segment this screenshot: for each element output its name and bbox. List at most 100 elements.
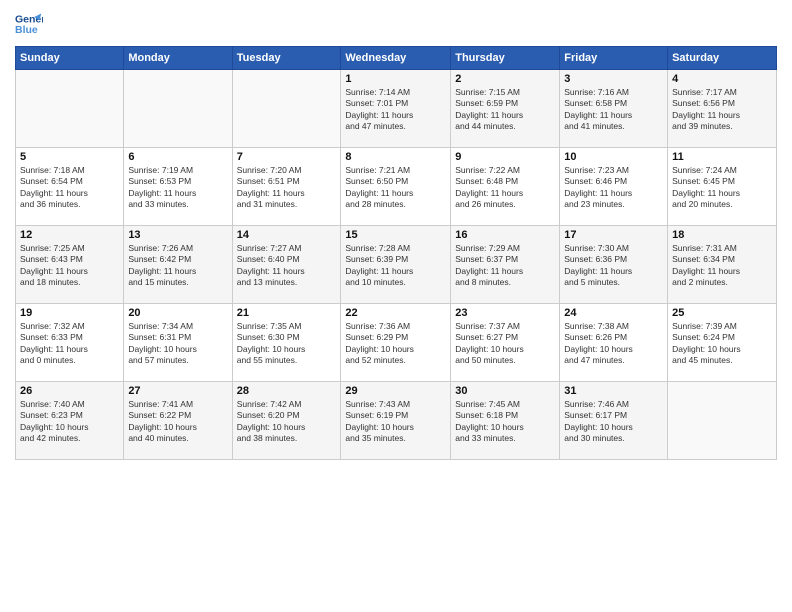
- weekday-header-monday: Monday: [124, 47, 232, 70]
- day-number: 29: [345, 385, 446, 397]
- day-info: Sunrise: 7:18 AM Sunset: 6:54 PM Dayligh…: [20, 165, 119, 211]
- weekday-header-row: SundayMondayTuesdayWednesdayThursdayFrid…: [16, 47, 777, 70]
- calendar-cell: 12 Sunrise: 7:25 AM Sunset: 6:43 PM Dayli…: [16, 226, 124, 304]
- day-number: 12: [20, 229, 119, 241]
- day-number: 23: [455, 307, 555, 319]
- day-info: Sunrise: 7:43 AM Sunset: 6:19 PM Dayligh…: [345, 399, 446, 445]
- day-info: Sunrise: 7:27 AM Sunset: 6:40 PM Dayligh…: [237, 243, 337, 289]
- svg-text:Blue: Blue: [15, 24, 38, 36]
- day-info: Sunrise: 7:39 AM Sunset: 6:24 PM Dayligh…: [672, 321, 772, 367]
- logo-icon: General Blue: [15, 10, 43, 38]
- week-row-5: 26 Sunrise: 7:40 AM Sunset: 6:23 PM Dayli…: [16, 382, 777, 460]
- day-number: 21: [237, 307, 337, 319]
- day-info: Sunrise: 7:31 AM Sunset: 6:34 PM Dayligh…: [672, 243, 772, 289]
- calendar-cell: 13 Sunrise: 7:26 AM Sunset: 6:42 PM Dayli…: [124, 226, 232, 304]
- day-info: Sunrise: 7:45 AM Sunset: 6:18 PM Dayligh…: [455, 399, 555, 445]
- calendar-cell: 31 Sunrise: 7:46 AM Sunset: 6:17 PM Dayli…: [560, 382, 668, 460]
- day-info: Sunrise: 7:21 AM Sunset: 6:50 PM Dayligh…: [345, 165, 446, 211]
- calendar-cell: 27Sunrise: 7:41 AM Sunset: 6:22 PM Dayli…: [124, 382, 232, 460]
- day-info: Sunrise: 7:37 AM Sunset: 6:27 PM Dayligh…: [455, 321, 555, 367]
- calendar-cell: [668, 382, 777, 460]
- weekday-header-sunday: Sunday: [16, 47, 124, 70]
- day-number: 11: [672, 151, 772, 163]
- calendar-cell: 20Sunrise: 7:34 AM Sunset: 6:31 PM Dayli…: [124, 304, 232, 382]
- calendar-cell: 18Sunrise: 7:31 AM Sunset: 6:34 PM Dayli…: [668, 226, 777, 304]
- day-info: Sunrise: 7:20 AM Sunset: 6:51 PM Dayligh…: [237, 165, 337, 211]
- day-info: Sunrise: 7:24 AM Sunset: 6:45 PM Dayligh…: [672, 165, 772, 211]
- calendar-cell: 8 Sunrise: 7:21 AM Sunset: 6:50 PM Daylig…: [341, 148, 451, 226]
- calendar-cell: 25Sunrise: 7:39 AM Sunset: 6:24 PM Dayli…: [668, 304, 777, 382]
- day-info: Sunrise: 7:40 AM Sunset: 6:23 PM Dayligh…: [20, 399, 119, 445]
- calendar-cell: [124, 70, 232, 148]
- logo: General Blue: [15, 10, 43, 38]
- calendar: SundayMondayTuesdayWednesdayThursdayFrid…: [15, 46, 777, 460]
- day-info: Sunrise: 7:26 AM Sunset: 6:42 PM Dayligh…: [128, 243, 227, 289]
- day-info: Sunrise: 7:35 AM Sunset: 6:30 PM Dayligh…: [237, 321, 337, 367]
- day-info: Sunrise: 7:15 AM Sunset: 6:59 PM Dayligh…: [455, 87, 555, 133]
- week-row-3: 12 Sunrise: 7:25 AM Sunset: 6:43 PM Dayli…: [16, 226, 777, 304]
- day-info: Sunrise: 7:23 AM Sunset: 6:46 PM Dayligh…: [564, 165, 663, 211]
- calendar-cell: 5 Sunrise: 7:18 AM Sunset: 6:54 PM Daylig…: [16, 148, 124, 226]
- calendar-cell: [16, 70, 124, 148]
- day-info: Sunrise: 7:19 AM Sunset: 6:53 PM Dayligh…: [128, 165, 227, 211]
- day-number: 27: [128, 385, 227, 397]
- calendar-cell: 4Sunrise: 7:17 AM Sunset: 6:56 PM Daylig…: [668, 70, 777, 148]
- day-number: 16: [455, 229, 555, 241]
- calendar-cell: 15Sunrise: 7:28 AM Sunset: 6:39 PM Dayli…: [341, 226, 451, 304]
- calendar-cell: 3Sunrise: 7:16 AM Sunset: 6:58 PM Daylig…: [560, 70, 668, 148]
- day-number: 8: [345, 151, 446, 163]
- day-number: 20: [128, 307, 227, 319]
- day-number: 9: [455, 151, 555, 163]
- day-info: Sunrise: 7:14 AM Sunset: 7:01 PM Dayligh…: [345, 87, 446, 133]
- day-info: Sunrise: 7:16 AM Sunset: 6:58 PM Dayligh…: [564, 87, 663, 133]
- day-number: 22: [345, 307, 446, 319]
- day-info: Sunrise: 7:38 AM Sunset: 6:26 PM Dayligh…: [564, 321, 663, 367]
- week-row-4: 19Sunrise: 7:32 AM Sunset: 6:33 PM Dayli…: [16, 304, 777, 382]
- calendar-cell: 19Sunrise: 7:32 AM Sunset: 6:33 PM Dayli…: [16, 304, 124, 382]
- calendar-cell: 17 Sunrise: 7:30 AM Sunset: 6:36 PM Dayli…: [560, 226, 668, 304]
- calendar-cell: 28Sunrise: 7:42 AM Sunset: 6:20 PM Dayli…: [232, 382, 341, 460]
- calendar-cell: 24 Sunrise: 7:38 AM Sunset: 6:26 PM Dayli…: [560, 304, 668, 382]
- day-number: 30: [455, 385, 555, 397]
- day-number: 4: [672, 73, 772, 85]
- day-info: Sunrise: 7:29 AM Sunset: 6:37 PM Dayligh…: [455, 243, 555, 289]
- day-number: 7: [237, 151, 337, 163]
- day-number: 31: [564, 385, 663, 397]
- day-number: 14: [237, 229, 337, 241]
- day-info: Sunrise: 7:30 AM Sunset: 6:36 PM Dayligh…: [564, 243, 663, 289]
- week-row-2: 5 Sunrise: 7:18 AM Sunset: 6:54 PM Daylig…: [16, 148, 777, 226]
- calendar-cell: 23 Sunrise: 7:37 AM Sunset: 6:27 PM Dayli…: [451, 304, 560, 382]
- day-number: 5: [20, 151, 119, 163]
- calendar-cell: 29 Sunrise: 7:43 AM Sunset: 6:19 PM Dayli…: [341, 382, 451, 460]
- weekday-header-wednesday: Wednesday: [341, 47, 451, 70]
- calendar-cell: 14 Sunrise: 7:27 AM Sunset: 6:40 PM Dayli…: [232, 226, 341, 304]
- day-info: Sunrise: 7:25 AM Sunset: 6:43 PM Dayligh…: [20, 243, 119, 289]
- calendar-cell: 30 Sunrise: 7:45 AM Sunset: 6:18 PM Dayli…: [451, 382, 560, 460]
- day-info: Sunrise: 7:42 AM Sunset: 6:20 PM Dayligh…: [237, 399, 337, 445]
- calendar-cell: 16 Sunrise: 7:29 AM Sunset: 6:37 PM Dayli…: [451, 226, 560, 304]
- weekday-header-friday: Friday: [560, 47, 668, 70]
- calendar-cell: 22 Sunrise: 7:36 AM Sunset: 6:29 PM Dayli…: [341, 304, 451, 382]
- day-number: 19: [20, 307, 119, 319]
- calendar-cell: 9Sunrise: 7:22 AM Sunset: 6:48 PM Daylig…: [451, 148, 560, 226]
- weekday-header-saturday: Saturday: [668, 47, 777, 70]
- day-info: Sunrise: 7:36 AM Sunset: 6:29 PM Dayligh…: [345, 321, 446, 367]
- calendar-cell: [232, 70, 341, 148]
- week-row-1: 1Sunrise: 7:14 AM Sunset: 7:01 PM Daylig…: [16, 70, 777, 148]
- calendar-cell: 7 Sunrise: 7:20 AM Sunset: 6:51 PM Daylig…: [232, 148, 341, 226]
- day-number: 15: [345, 229, 446, 241]
- day-number: 26: [20, 385, 119, 397]
- day-number: 2: [455, 73, 555, 85]
- day-number: 10: [564, 151, 663, 163]
- weekday-header-tuesday: Tuesday: [232, 47, 341, 70]
- calendar-cell: 10 Sunrise: 7:23 AM Sunset: 6:46 PM Dayli…: [560, 148, 668, 226]
- day-number: 13: [128, 229, 227, 241]
- calendar-cell: 6 Sunrise: 7:19 AM Sunset: 6:53 PM Daylig…: [124, 148, 232, 226]
- calendar-cell: 26 Sunrise: 7:40 AM Sunset: 6:23 PM Dayli…: [16, 382, 124, 460]
- page-header: General Blue: [15, 10, 777, 38]
- day-info: Sunrise: 7:46 AM Sunset: 6:17 PM Dayligh…: [564, 399, 663, 445]
- day-number: 6: [128, 151, 227, 163]
- day-number: 24: [564, 307, 663, 319]
- weekday-header-thursday: Thursday: [451, 47, 560, 70]
- day-number: 17: [564, 229, 663, 241]
